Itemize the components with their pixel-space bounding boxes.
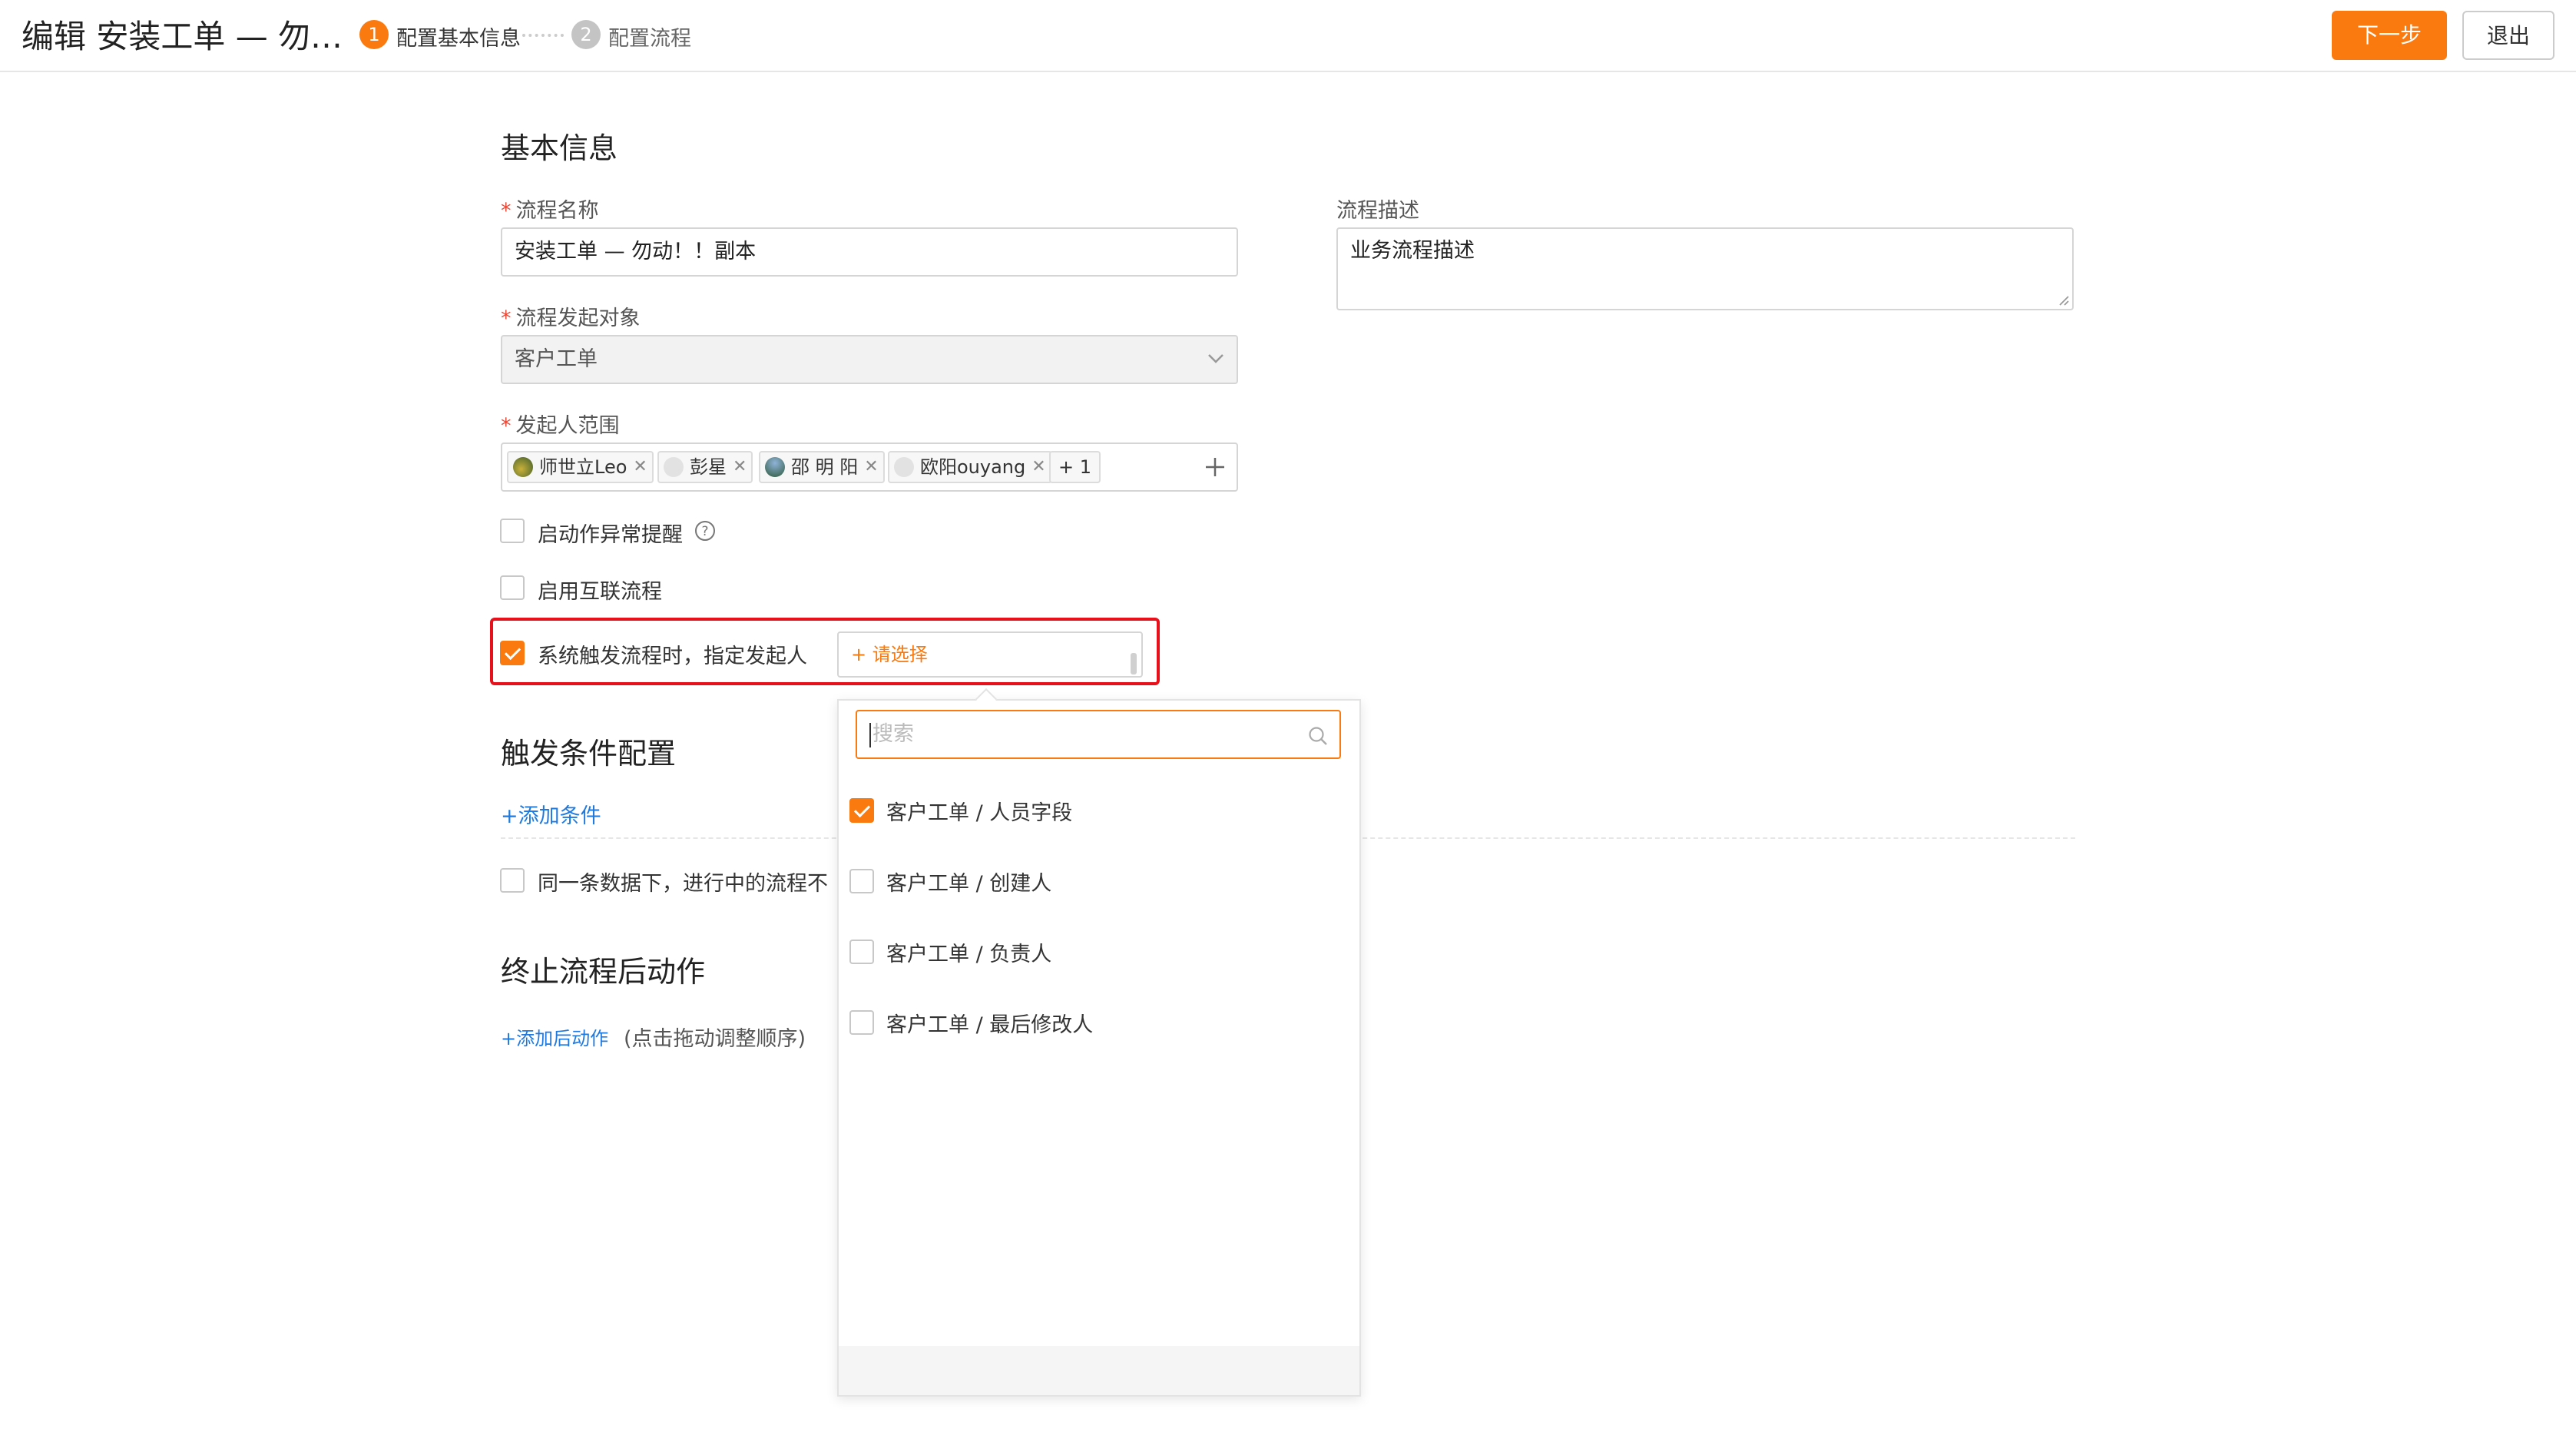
avatar	[894, 457, 914, 477]
avatar	[765, 457, 785, 477]
process-object-select[interactable]: 客户工单	[501, 335, 1238, 384]
plus-icon[interactable]	[1204, 456, 1226, 478]
scope-tag[interactable]: 欧阳ouyang ✕	[888, 451, 1052, 483]
scope-tag[interactable]: 彭星 ✕	[657, 451, 753, 483]
add-action-link[interactable]: +添加后动作	[501, 1023, 608, 1050]
svg-text:?: ?	[701, 524, 708, 539]
dropdown-option[interactable]: 客户工单 / 最后修改人	[886, 1008, 1093, 1038]
option-checkbox[interactable]	[849, 869, 874, 893]
search-icon[interactable]	[1307, 725, 1329, 747]
scope-tag-name: 欧阳ouyang	[920, 456, 1026, 478]
add-condition-link[interactable]: +添加条件	[501, 799, 601, 829]
chevron-down-icon	[1208, 354, 1223, 363]
dropdown-option[interactable]: 客户工单 / 创建人	[886, 867, 1051, 897]
close-icon[interactable]: ✕	[633, 452, 647, 482]
step-2-number: 2	[571, 20, 601, 49]
next-step-button[interactable]: 下一步	[2332, 11, 2447, 60]
process-name-input[interactable]: 安装工单 — 勿动！！副本	[501, 227, 1238, 277]
scope-tag-name: 师世立Leo	[539, 456, 627, 478]
step-1-label: 配置基本信息	[396, 27, 521, 51]
option-checkbox[interactable]	[849, 1010, 874, 1035]
process-description-textarea[interactable]: 业务流程描述	[1336, 227, 2074, 310]
initiator-select-placeholder: + 请选择	[851, 644, 928, 665]
search-placeholder: 搜索	[872, 722, 914, 746]
text-caret	[869, 722, 871, 747]
dropdown-search-input[interactable]: 搜索	[856, 710, 1341, 759]
dropdown-option[interactable]: 客户工单 / 负责人	[886, 937, 1051, 967]
scope-tag-name: 邵 明 阳	[791, 456, 859, 478]
resize-handle-icon[interactable]	[2057, 293, 2069, 306]
close-icon[interactable]: ✕	[733, 452, 747, 482]
dropdown-option[interactable]: 客户工单 / 人员字段	[886, 796, 1072, 826]
scope-tag[interactable]: 师世立Leo ✕	[507, 451, 654, 483]
interconnect-option-label: 启用互联流程	[538, 580, 662, 604]
system-trigger-option-label: 系统触发流程时，指定发起人	[538, 645, 807, 668]
process-description-value: 业务流程描述	[1350, 239, 1475, 263]
process-description-label: 流程描述	[1336, 199, 1419, 223]
scrollbar[interactable]	[1131, 653, 1137, 674]
scope-more-tag[interactable]: + 1	[1049, 451, 1101, 483]
dropdown-footer	[839, 1346, 1359, 1395]
same-data-option-label: 同一条数据下，进行中的流程不	[538, 872, 828, 896]
exit-button[interactable]: 退出	[2462, 11, 2554, 60]
initiator-scope-label: * 发起人范围	[501, 414, 620, 438]
section-title-trigger: 触发条件配置	[501, 737, 677, 771]
step-separator	[522, 34, 564, 37]
system-trigger-checkbox[interactable]	[500, 641, 525, 665]
avatar	[664, 457, 684, 477]
option-checkbox[interactable]	[849, 940, 874, 964]
scope-tag[interactable]: 邵 明 阳 ✕	[759, 451, 885, 483]
section-title-end: 终止流程后动作	[501, 955, 706, 989]
section-title-basic: 基本信息	[501, 131, 618, 165]
avatar	[513, 457, 533, 477]
page-title: 编辑 安装工单 — 勿…	[22, 18, 343, 55]
help-icon[interactable]: ?	[694, 519, 717, 542]
same-data-checkbox[interactable]	[500, 868, 525, 893]
option-checkbox[interactable]	[849, 798, 874, 823]
close-icon[interactable]: ✕	[1031, 452, 1045, 482]
interconnect-checkbox[interactable]	[500, 575, 525, 600]
scope-tag-name: 彭星	[690, 456, 727, 478]
initiator-select[interactable]: + 请选择	[837, 631, 1143, 678]
alert-checkbox[interactable]	[500, 519, 525, 543]
close-icon[interactable]: ✕	[864, 452, 878, 482]
drag-hint: (点击拖动调整顺序)	[624, 1027, 806, 1051]
alert-option-label: 启动作异常提醒	[538, 523, 683, 547]
step-2-label: 配置流程	[608, 27, 691, 51]
process-name-label: * 流程名称	[501, 199, 599, 223]
step-1-number: 1	[359, 20, 389, 49]
process-object-label: * 流程发起对象	[501, 307, 641, 330]
process-object-value: 客户工单	[515, 347, 598, 371]
